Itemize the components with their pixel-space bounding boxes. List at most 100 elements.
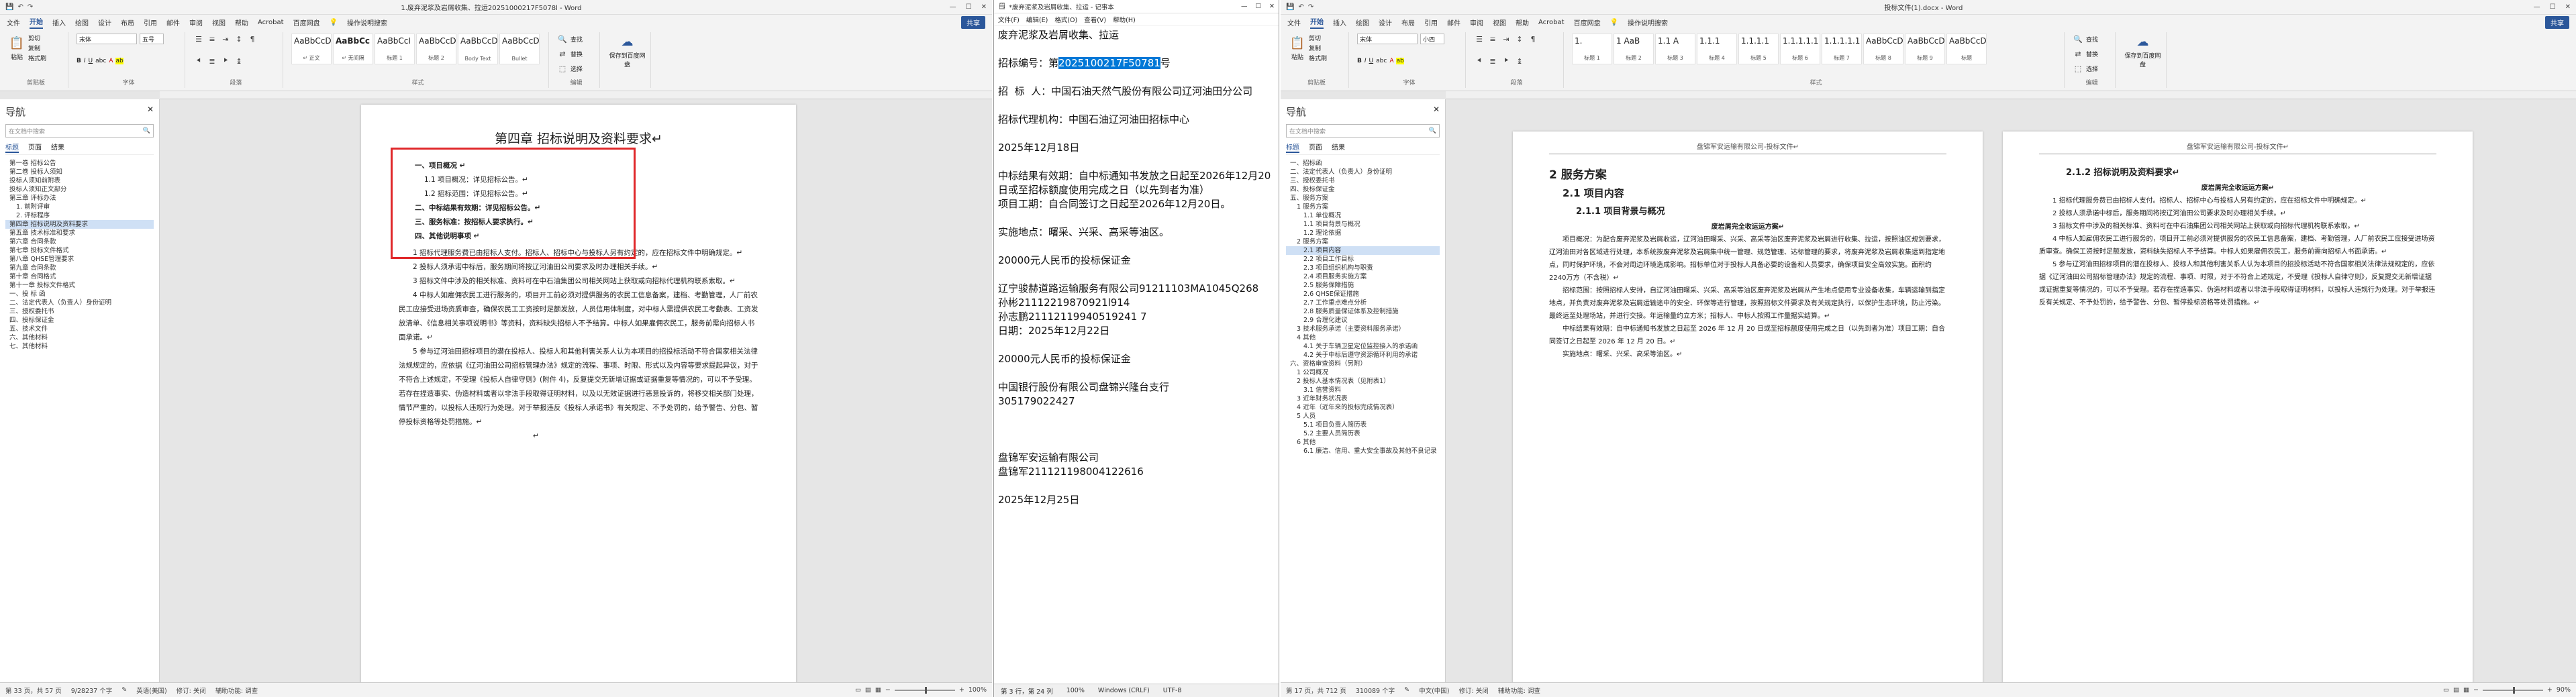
sort-icon[interactable]: ↕ bbox=[1514, 34, 1525, 44]
maximize-icon[interactable]: ☐ bbox=[2550, 3, 2556, 11]
zoom-level[interactable]: 90% bbox=[2557, 686, 2571, 694]
nav-heading-item[interactable]: 第七章 投标文件格式 bbox=[5, 246, 154, 255]
show-marks-icon[interactable]: ¶ bbox=[1528, 34, 1538, 44]
zoom-out-icon[interactable]: − bbox=[2473, 686, 2479, 694]
nav-heading-item[interactable]: 1. 前附评审 bbox=[5, 203, 154, 211]
find-button[interactable]: 🔍 查找 bbox=[2073, 34, 2111, 44]
select-button[interactable]: ⬚ 选择 bbox=[2073, 63, 2111, 74]
read-mode-icon[interactable]: ▭ bbox=[2443, 686, 2449, 694]
tab-home[interactable]: 开始 bbox=[30, 16, 43, 29]
nav-heading-item[interactable]: 2.4 项目服务实施方案 bbox=[1286, 272, 1440, 281]
format-painter-button[interactable]: 格式刷 bbox=[28, 54, 46, 62]
nav-heading-item[interactable]: 第九章 合同条款 bbox=[5, 264, 154, 272]
print-layout-icon[interactable]: ▤ bbox=[865, 686, 871, 694]
nav-heading-item[interactable]: 3 技术服务承诺（主要资料服务承诺） bbox=[1286, 325, 1440, 333]
track-changes[interactable]: 修订: 关闭 bbox=[177, 686, 206, 695]
align-right-icon[interactable]: ⯈ bbox=[1501, 56, 1512, 66]
maximize-icon[interactable]: ☐ bbox=[966, 3, 972, 11]
tab-insert[interactable]: 插入 bbox=[52, 17, 66, 28]
track-changes[interactable]: 修订: 关闭 bbox=[1459, 686, 1489, 695]
close-icon[interactable]: ✕ bbox=[1269, 3, 1275, 10]
align-right-icon[interactable]: ⯈ bbox=[220, 56, 231, 66]
tab-file[interactable]: 文件 bbox=[7, 17, 20, 28]
nav-heading-item[interactable]: 3.1 信誉资料 bbox=[1286, 386, 1440, 394]
undo-icon[interactable]: ↶ bbox=[1298, 3, 1303, 11]
font-name-select[interactable]: 宋体 bbox=[1357, 34, 1418, 44]
zoom-in-icon[interactable]: + bbox=[959, 686, 964, 694]
underline-button[interactable]: U bbox=[89, 58, 93, 64]
nav-heading-item[interactable]: 第三章 评标办法 bbox=[5, 194, 154, 203]
style-heading-1[interactable]: AaBbCcI 标题 1 bbox=[375, 34, 415, 64]
tab-review[interactable]: 审阅 bbox=[189, 17, 203, 28]
nav-heading-item[interactable]: 第二卷 投标人须知 bbox=[5, 168, 154, 176]
nav-heading-item[interactable]: 2 服务方案 bbox=[1286, 237, 1440, 246]
align-center-icon[interactable]: ≣ bbox=[207, 56, 217, 66]
redo-icon[interactable]: ↷ bbox=[28, 3, 33, 11]
minimize-icon[interactable]: — bbox=[950, 3, 956, 11]
nav-heading-item[interactable]: 2 投标人基本情况表（见附表1） bbox=[1286, 377, 1440, 386]
nav-heading-item[interactable]: 5.1 项目负责人简历表 bbox=[1286, 421, 1440, 429]
tab-baidu[interactable]: 百度网盘 bbox=[293, 17, 320, 28]
cut-button[interactable]: 剪切 bbox=[1309, 34, 1327, 42]
nav-heading-item[interactable]: 第四章 招标说明及资料要求 bbox=[5, 220, 154, 229]
nav-heading-item[interactable]: 六、资格审查资料（另附） bbox=[1286, 360, 1440, 368]
maximize-icon[interactable]: ☐ bbox=[1256, 3, 1262, 10]
nav-heading-item[interactable]: 1 公司概况 bbox=[1286, 368, 1440, 377]
tab-layout[interactable]: 布局 bbox=[121, 17, 134, 28]
nav-heading-item[interactable]: 1.2 理论依据 bbox=[1286, 229, 1440, 237]
print-layout-icon[interactable]: ▤ bbox=[2453, 686, 2459, 694]
style-heading-2[interactable]: AaBbCcD 标题 2 bbox=[416, 34, 456, 64]
nav-heading-item[interactable]: 6 其他 bbox=[1286, 438, 1440, 447]
nav-heading-item[interactable]: 5 人员 bbox=[1286, 412, 1440, 421]
notepad-text-area[interactable]: 废弃泥浆及岩屑收集、拉运 招标编号：第2025100217F50781号招 标 人… bbox=[994, 25, 1279, 680]
nav-heading-item[interactable]: 投标人须知前附表 bbox=[5, 176, 154, 185]
bold-button[interactable]: B bbox=[1357, 58, 1362, 64]
word-count[interactable]: 310089 个字 bbox=[1356, 686, 1395, 695]
nav-heading-item[interactable]: 第五章 技术标准和要求 bbox=[5, 229, 154, 237]
nav-heading-item[interactable]: 4 近年（近年来的投标完成情况表） bbox=[1286, 403, 1440, 412]
web-layout-icon[interactable]: ▦ bbox=[2463, 686, 2469, 694]
format-painter-button[interactable]: 格式刷 bbox=[1309, 54, 1327, 62]
paste-button[interactable]: 📋 粘贴 bbox=[1289, 35, 1306, 62]
nav-heading-item[interactable]: 四、投标保证金 bbox=[5, 316, 154, 325]
tab-design[interactable]: 设计 bbox=[1379, 17, 1392, 28]
italic-button[interactable]: I bbox=[1365, 58, 1367, 64]
nav-heading-item[interactable]: 2.5 服务保障措施 bbox=[1286, 281, 1440, 290]
nav-heading-item[interactable]: 4 其他 bbox=[1286, 333, 1440, 342]
font-color-button[interactable]: A bbox=[109, 58, 113, 64]
font-size-select[interactable]: 小四 bbox=[1420, 34, 1444, 44]
selected-text[interactable]: 2025100217F50781 bbox=[1058, 57, 1160, 69]
tab-references[interactable]: 引用 bbox=[1424, 17, 1438, 28]
zoom-level[interactable]: 100% bbox=[969, 686, 987, 694]
tab-draw[interactable]: 绘图 bbox=[75, 17, 89, 28]
nav-search-input[interactable]: 在文档中搜索 🔍 bbox=[1286, 124, 1440, 138]
nav-heading-item[interactable]: 4.1 关于车辆卫星定位监控接入的承诺函 bbox=[1286, 342, 1440, 351]
align-center-icon[interactable]: ≣ bbox=[1487, 56, 1498, 66]
minimize-icon[interactable]: — bbox=[2534, 3, 2540, 11]
tab-acrobat[interactable]: Acrobat bbox=[1538, 19, 1565, 26]
close-icon[interactable]: ✕ bbox=[981, 3, 987, 11]
zoom-slider[interactable] bbox=[2482, 686, 2543, 694]
style-gallery-item[interactable]: AaBbCcD 标题 9 bbox=[1905, 34, 1945, 64]
tab-references[interactable]: 引用 bbox=[144, 17, 157, 28]
nav-search-input[interactable]: 在文档中搜索 🔍 bbox=[5, 124, 154, 138]
nav-tab-results[interactable]: 结果 bbox=[1332, 142, 1345, 153]
close-icon[interactable]: ✕ bbox=[1433, 105, 1440, 119]
nav-tab-headings[interactable]: 标题 bbox=[5, 142, 19, 153]
tab-mailings[interactable]: 邮件 bbox=[1447, 17, 1460, 28]
proofing-icon[interactable]: ✎ bbox=[1404, 686, 1409, 694]
style-gallery-item[interactable]: 1 AaB 标题 2 bbox=[1614, 34, 1654, 64]
strikethrough-button[interactable]: abc bbox=[1376, 58, 1387, 64]
nav-heading-item[interactable]: 2.1 项目内容 bbox=[1286, 246, 1440, 255]
sort-icon[interactable]: ↕ bbox=[234, 34, 244, 44]
tell-me-search[interactable]: 操作说明搜索 bbox=[347, 17, 387, 28]
tab-baidu[interactable]: 百度网盘 bbox=[1574, 17, 1601, 28]
replace-button[interactable]: ⇄ 替换 bbox=[2073, 48, 2111, 59]
nav-heading-item[interactable]: 1 服务方案 bbox=[1286, 203, 1440, 211]
show-marks-icon[interactable]: ¶ bbox=[247, 34, 258, 44]
zoom-out-icon[interactable]: − bbox=[885, 686, 891, 694]
numbering-icon[interactable]: ≡ bbox=[207, 34, 217, 44]
italic-button[interactable]: I bbox=[84, 58, 86, 64]
close-icon[interactable]: ✕ bbox=[2565, 3, 2571, 11]
highlight-button[interactable]: ab bbox=[1396, 58, 1404, 64]
